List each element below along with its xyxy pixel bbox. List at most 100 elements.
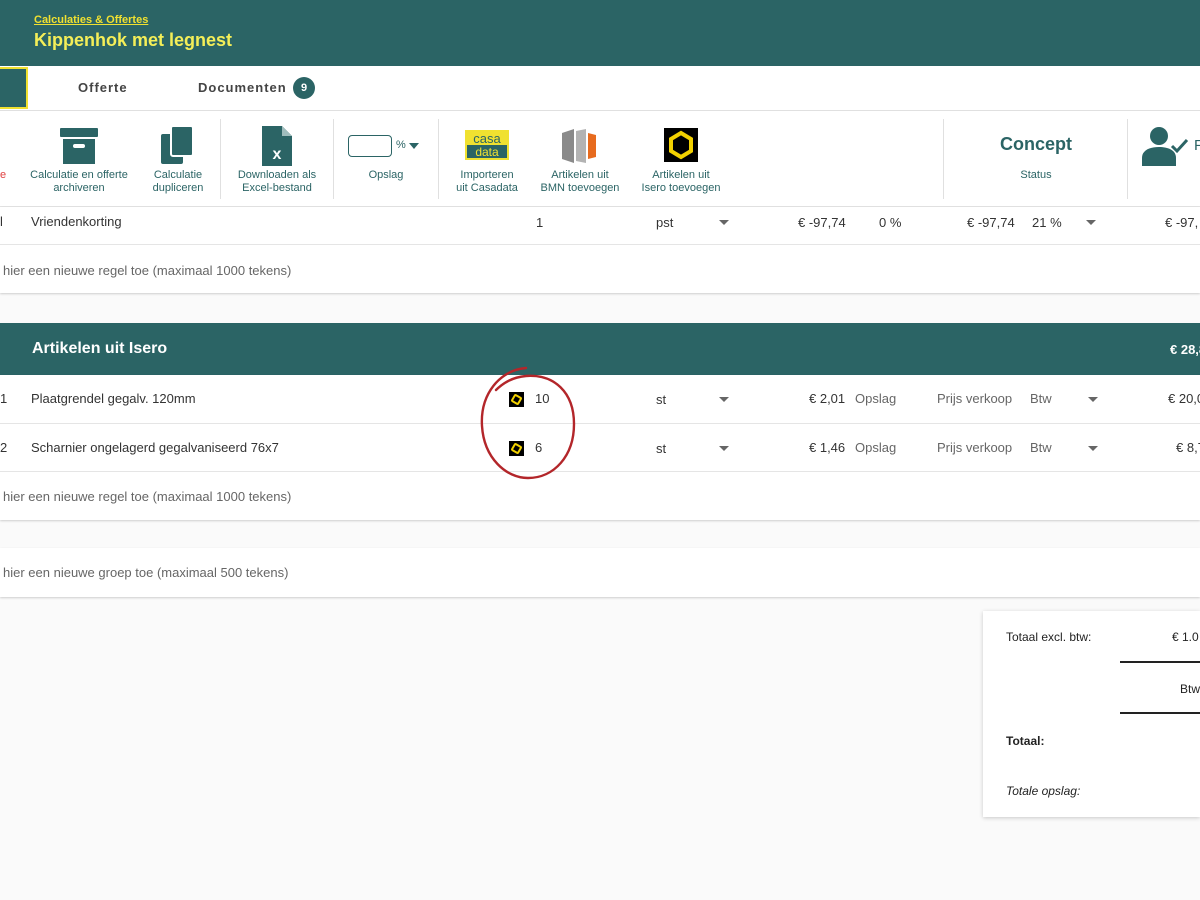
- row-description[interactable]: Vriendenkorting: [31, 214, 122, 229]
- row-unit[interactable]: pst: [656, 215, 673, 230]
- user-check-icon[interactable]: [1142, 126, 1188, 166]
- import-casadata-button[interactable]: casa data Importeren uit Casadata: [444, 111, 530, 207]
- casadata-label-2: uit Casadata: [456, 182, 518, 194]
- tab-offerte[interactable]: Offerte: [78, 80, 128, 95]
- annotation-circle: [480, 366, 576, 480]
- isero-icon: [664, 128, 698, 162]
- excel-label-1: Downloaden als: [237, 169, 317, 181]
- opslag-dropdown-caret[interactable]: [409, 143, 419, 149]
- total-markup-label: Totale opslag:: [1006, 784, 1081, 798]
- total-label: Totaal:: [1006, 734, 1045, 748]
- row-markup[interactable]: Opslag: [855, 391, 896, 406]
- table-row: 2 Scharnier ongelagerd gegalvaniseerd 76…: [0, 424, 1200, 472]
- opslag-control: Opslag: [340, 111, 432, 207]
- add-line-input[interactable]: hier een nieuwe regel toe (maximaal 1000…: [3, 489, 291, 504]
- row-vat[interactable]: Btw: [1030, 440, 1052, 455]
- add-bmn-button[interactable]: Artikelen uit BMN toevoegen: [534, 111, 626, 207]
- isero-label-1: Artikelen uit: [652, 169, 710, 181]
- tab-calculatie[interactable]: [0, 67, 28, 109]
- documents-count-badge: 9: [293, 77, 315, 99]
- row-vat[interactable]: 21 %: [1032, 215, 1062, 230]
- archive-label-2: archiveren: [53, 182, 105, 194]
- vat-dropdown-caret[interactable]: [1088, 397, 1098, 402]
- row-price[interactable]: € 1,46: [809, 440, 845, 455]
- add-isero-button[interactable]: Artikelen uit Isero toevoegen: [632, 111, 730, 207]
- row-unit[interactable]: st: [656, 392, 666, 407]
- bmn-label-1: Artikelen uit: [551, 169, 609, 181]
- breadcrumb[interactable]: Calculaties & Offertes: [34, 14, 148, 26]
- archive-icon: [60, 128, 98, 164]
- row-sell-price[interactable]: Prijs verkoop: [937, 440, 1012, 455]
- divider: [1120, 712, 1200, 714]
- group-card: l Vriendenkorting 1 pst € -97,74 0 % € -…: [0, 207, 1200, 293]
- vat-dropdown-caret[interactable]: [1086, 220, 1096, 225]
- tab-documenten[interactable]: Documenten: [198, 80, 287, 95]
- row-markup[interactable]: Opslag: [855, 440, 896, 455]
- svg-text:data: data: [475, 145, 499, 159]
- tab-bar: Offerte Documenten: [0, 66, 1200, 111]
- toolbar-divider: [1127, 119, 1128, 199]
- table-row: 1 Plaatgrendel gegalv. 120mm 10 st € 2,0…: [0, 375, 1200, 424]
- row-description[interactable]: Scharnier ongelagerd gegalvaniseerd 76x7: [31, 440, 279, 455]
- vat-dropdown-caret[interactable]: [1088, 446, 1098, 451]
- row-price[interactable]: € 2,01: [809, 391, 845, 406]
- total-excl-value: € 1.0: [1172, 630, 1199, 644]
- excel-file-icon: x: [262, 126, 292, 166]
- toolbar-divider: [220, 119, 221, 199]
- duplicate-icon: [161, 126, 194, 164]
- bmn-label-2: BMN toevoegen: [540, 182, 620, 194]
- row-unit[interactable]: st: [656, 441, 666, 456]
- svg-text:x: x: [273, 146, 282, 163]
- status-label: Status: [1020, 169, 1052, 181]
- row-vat[interactable]: Btw: [1030, 391, 1052, 406]
- excel-label-2: Excel-bestand: [242, 182, 312, 194]
- divider: [1120, 661, 1200, 663]
- duplicate-button[interactable]: Calculatie dupliceren: [140, 111, 216, 207]
- row-number: 1: [0, 391, 8, 406]
- toolbar-divider: [943, 119, 944, 199]
- opslag-label: Opslag: [368, 169, 404, 181]
- row-sell-price[interactable]: Prijs verkoop: [937, 391, 1012, 406]
- row-quantity[interactable]: 1: [536, 215, 543, 230]
- archive-button[interactable]: Calculatie en offerte archiveren: [22, 111, 136, 207]
- totals-panel: Totaal excl. btw: € 1.0 Btw Totaal: Tota…: [983, 611, 1200, 817]
- toolbar-divider: [438, 119, 439, 199]
- casadata-label-1: Importeren: [460, 169, 514, 181]
- row-number: l: [0, 214, 3, 229]
- casadata-icon: casa data: [465, 130, 509, 160]
- status-value[interactable]: Concept: [944, 134, 1128, 155]
- row-total: € 20,0: [1168, 391, 1200, 406]
- add-group-input[interactable]: hier een nieuwe groep toe (maximaal 500 …: [3, 565, 288, 580]
- duplicate-label-1: Calculatie: [153, 169, 203, 181]
- add-line-input[interactable]: hier een nieuwe regel toe (maximaal 1000…: [3, 263, 291, 278]
- total-excl-label: Totaal excl. btw:: [1006, 630, 1092, 644]
- page-title: Kippenhok met legnest: [34, 30, 233, 50]
- row-total: € -97,: [1165, 215, 1199, 230]
- row-total: € 8,7: [1176, 440, 1200, 455]
- download-excel-button[interactable]: x Downloaden als Excel-bestand: [228, 111, 326, 207]
- add-group-card: hier een nieuwe groep toe (maximaal 500 …: [0, 548, 1200, 597]
- isero-label-2: Isero toevoegen: [641, 182, 721, 194]
- unit-dropdown-caret[interactable]: [719, 397, 729, 402]
- row-price[interactable]: € -97,74: [798, 215, 846, 230]
- opslag-input[interactable]: [348, 135, 392, 157]
- table-row: l Vriendenkorting 1 pst € -97,74 0 % € -…: [0, 207, 1200, 245]
- app-header: Calculaties & Offertes Kippenhok met leg…: [0, 0, 1200, 66]
- archive-label-1: Calculatie en offerte: [30, 169, 128, 181]
- row-markup[interactable]: 0 %: [879, 215, 901, 230]
- unit-dropdown-caret[interactable]: [719, 446, 729, 451]
- toolbar-cutoff-label: e: [0, 169, 7, 181]
- btw-label: Btw: [1180, 682, 1200, 696]
- group-header: Artikelen uit Isero € 28,8: [0, 323, 1200, 375]
- group-title[interactable]: Artikelen uit Isero: [32, 340, 167, 358]
- row-number: 2: [0, 440, 8, 455]
- row-sell-price: € -97,74: [967, 215, 1015, 230]
- group-card: 1 Plaatgrendel gegalv. 120mm 10 st € 2,0…: [0, 375, 1200, 520]
- opslag-unit: %: [396, 139, 406, 151]
- row-description[interactable]: Plaatgrendel gegalv. 120mm: [31, 391, 196, 406]
- bmn-icon: [562, 129, 596, 163]
- unit-dropdown-caret[interactable]: [719, 220, 729, 225]
- duplicate-label-2: dupliceren: [152, 182, 204, 194]
- group-total: € 28,8: [1170, 342, 1200, 357]
- toolbar-divider: [333, 119, 334, 199]
